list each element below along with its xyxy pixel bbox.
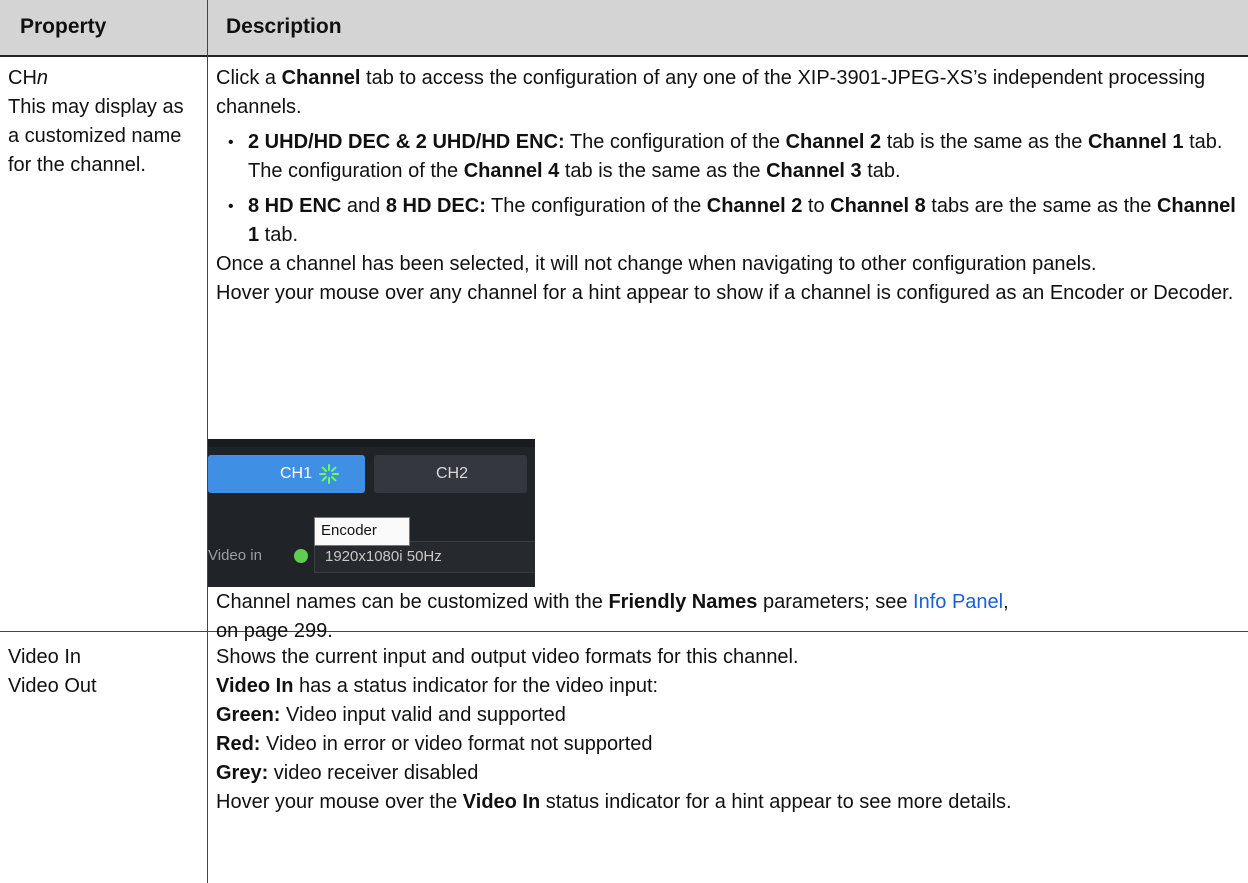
header-description: Description xyxy=(226,15,342,38)
row1-property: CHn This may display as a customized nam… xyxy=(8,64,198,180)
status-grey: Grey: video receiver disabled xyxy=(216,762,479,784)
channel-tabs-screenshot: CH1 CH2 Video in 1920x1080i 50Hz Encoder xyxy=(208,439,535,587)
selection-note: Once a channel has been selected, it wil… xyxy=(216,253,1097,275)
video-in-label: Video in xyxy=(208,547,262,564)
row2-property: Video In Video Out xyxy=(8,646,97,697)
status-red: Red: Video in error or video format not … xyxy=(216,733,653,755)
intro-text: Click a Channel tab to access the config… xyxy=(216,67,1206,118)
tab-ch1[interactable]: CH1 xyxy=(208,455,365,493)
header-property: Property xyxy=(20,15,107,38)
status-green: Green: Video input valid and supported xyxy=(216,704,566,726)
row1-description: Click a Channel tab to access the config… xyxy=(216,64,1241,308)
row2-description: Shows the current input and output video… xyxy=(216,643,1241,817)
loading-spinner-icon xyxy=(319,464,339,484)
bullet-hd: 8 HD ENC and 8 HD DEC: The configuration… xyxy=(216,192,1241,250)
screenshot-top-strip xyxy=(208,439,535,447)
video-in-status-indicator[interactable] xyxy=(294,549,308,563)
encoder-tooltip: Encoder xyxy=(314,517,410,546)
property-note: This may display as a customized name fo… xyxy=(8,96,184,176)
bullet-uhd: 2 UHD/HD DEC & 2 UHD/HD ENC: The configu… xyxy=(216,128,1241,186)
friendly-names-note: Channel names can be customized with the… xyxy=(216,591,1009,642)
tab-ch2[interactable]: CH2 xyxy=(374,455,527,493)
property-chn: CHn xyxy=(8,67,49,89)
hover-note: Hover your mouse over any channel for a … xyxy=(216,282,1234,304)
info-panel-link[interactable]: Info Panel xyxy=(913,591,1003,613)
table-header: Property Description xyxy=(0,0,1248,57)
